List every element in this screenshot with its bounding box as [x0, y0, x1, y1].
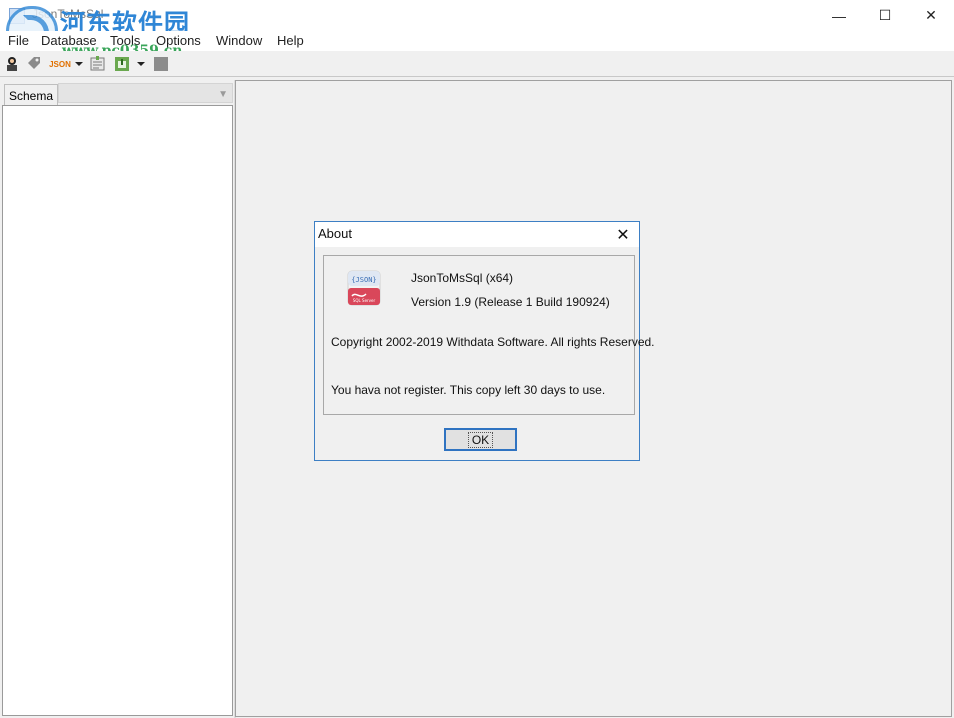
json-import-icon[interactable]: JSON	[48, 55, 72, 73]
copyright-text: Copyright 2002-2019 Withdata Software. A…	[331, 335, 655, 349]
dialog-title-bar: About ✕	[315, 222, 639, 247]
icon-json-text: {JSON}	[351, 276, 376, 284]
dialog-close-button[interactable]: ✕	[607, 222, 639, 247]
ok-button[interactable]: OK	[444, 428, 517, 451]
close-button[interactable]: ✕	[908, 0, 954, 31]
menu-window[interactable]: Window	[216, 33, 262, 48]
schema-panel: Schema ▼	[0, 80, 235, 718]
minimize-button[interactable]: —	[816, 0, 862, 31]
about-info-group: {JSON} SQL Server JsonToMsSql (x64) Versi…	[323, 255, 655, 415]
stop-icon[interactable]	[153, 55, 169, 73]
maximize-button[interactable]: ☐	[862, 0, 908, 31]
toolbar: JSON	[0, 51, 954, 77]
schema-icon[interactable]	[89, 55, 105, 73]
menu-file[interactable]: File	[8, 33, 29, 48]
chevron-down-icon: ▼	[218, 89, 228, 100]
schema-select[interactable]: ▼	[58, 83, 233, 103]
menu-help[interactable]: Help	[277, 33, 304, 48]
export-dropdown-icon[interactable]	[137, 62, 145, 66]
export-icon[interactable]	[114, 55, 130, 73]
dialog-title: About	[318, 226, 352, 241]
icon-sqlserver-text: SQL Server	[353, 298, 376, 303]
version-text: Version 1.9 (Release 1 Build 190924)	[411, 295, 610, 309]
json-dropdown-icon[interactable]	[75, 62, 83, 66]
tab-schema[interactable]: Schema	[4, 84, 58, 106]
ok-button-label: OK	[467, 431, 494, 448]
register-note: You hava not register. This copy left 30…	[331, 383, 606, 397]
about-dialog: About ✕ {JSON} SQL Server JsonToMsSql (x6…	[314, 221, 655, 461]
tag-icon[interactable]	[26, 55, 42, 73]
product-logo-icon: {JSON} SQL Server	[346, 270, 382, 306]
title-bar: JsonToMsSql 河东软件园 — ☐ ✕	[0, 0, 954, 56]
user-icon[interactable]	[4, 55, 20, 73]
product-name: JsonToMsSql (x64)	[411, 271, 514, 285]
schema-tree[interactable]	[2, 105, 233, 716]
